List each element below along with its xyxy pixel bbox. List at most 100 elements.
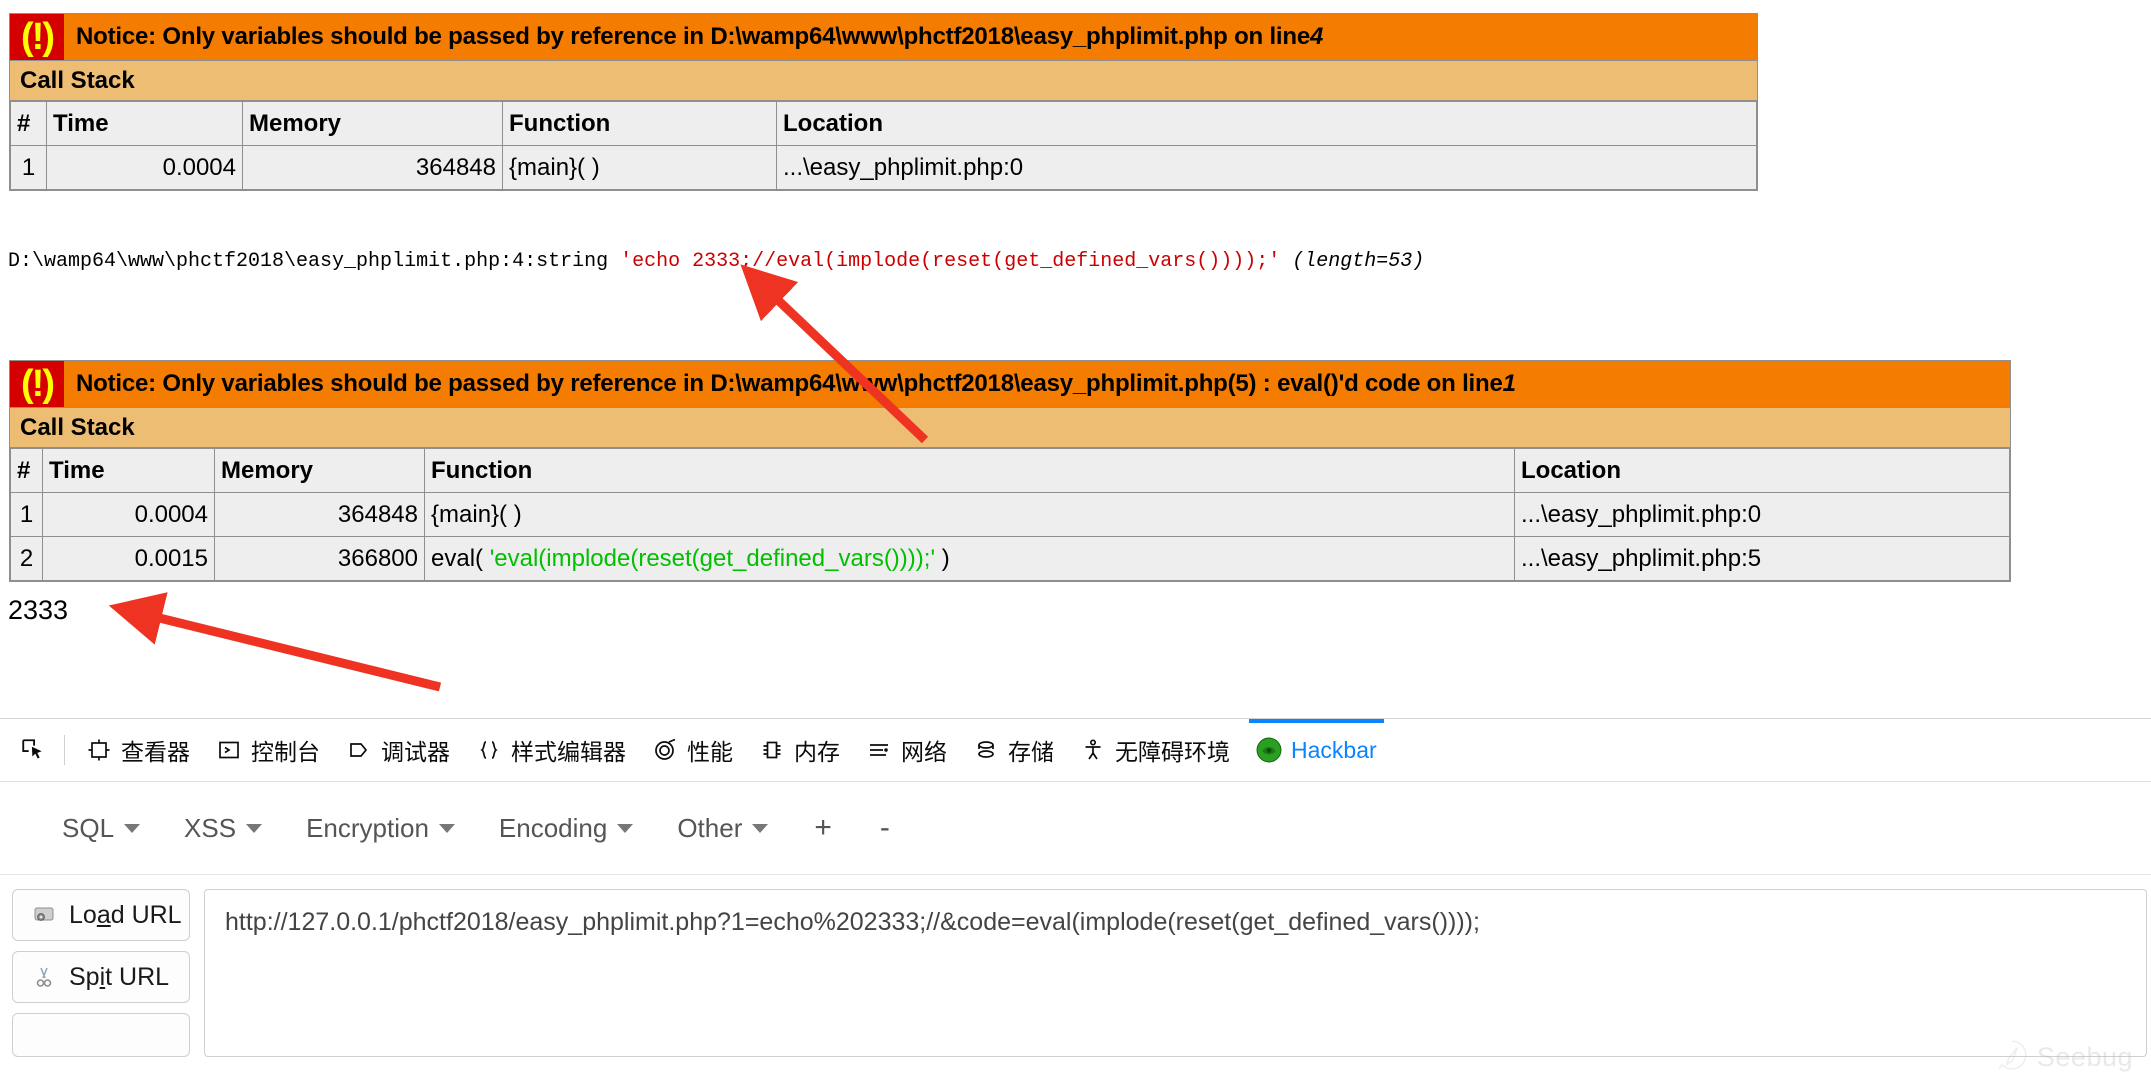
notice-message-text: Notice: Only variables should be passed … — [76, 23, 1311, 50]
tab-network[interactable]: 网络 — [853, 719, 960, 781]
menu-label: Other — [677, 812, 743, 843]
tab-hackbar[interactable]: Hackbar — [1243, 719, 1390, 781]
split-url-icon — [31, 964, 57, 990]
cell-memory: 364848 — [214, 492, 425, 537]
toolbar-separator — [64, 735, 65, 765]
col-memory: Memory — [242, 101, 503, 146]
php-notice-block-2: (!) Notice: Only variables should be pas… — [9, 360, 2011, 582]
table-row: 2 0.0015 366800 eval( 'eval(implode(rese… — [10, 536, 2010, 581]
var-dump-length: (length=53) — [1292, 250, 1425, 273]
var-dump-origin: D:\wamp64\www\phctf2018\easy_phplimit.ph… — [8, 250, 609, 273]
performance-icon — [652, 737, 678, 763]
tab-console[interactable]: 控制台 — [203, 719, 333, 781]
notice-header: (!) Notice: Only variables should be pas… — [10, 361, 2010, 408]
tab-inspector[interactable]: 查看器 — [73, 719, 203, 781]
menu-label: SQL — [62, 812, 115, 843]
notice-message: Notice: Only variables should be passed … — [64, 361, 1516, 407]
cell-location: ...\easy_phplimit.php:5 — [1514, 536, 2010, 581]
seebug-label: Seebug — [2036, 1042, 2133, 1072]
element-picker-button[interactable] — [10, 719, 56, 781]
call-stack-table-1: # Time Memory Function Location 1 0.0004… — [10, 101, 1757, 190]
tab-accessibility[interactable]: 无障碍环境 — [1067, 719, 1243, 781]
cell-memory: 364848 — [242, 145, 503, 190]
remove-row-button[interactable]: - — [856, 811, 914, 845]
cell-function: {main}( ) — [502, 145, 777, 190]
seebug-logo-icon — [1995, 1038, 2029, 1077]
table-row: 1 0.0004 364848 {main}( ) ...\easy_phpli… — [10, 492, 2010, 537]
notice-message: Notice: Only variables should be passed … — [64, 14, 1323, 60]
tab-memory[interactable]: 内存 — [746, 719, 853, 781]
col-num: # — [10, 101, 47, 146]
table-header-row: # Time Memory Function Location — [10, 101, 1757, 146]
chevron-down-icon — [617, 823, 634, 833]
load-url-button[interactable]: Load URL — [12, 889, 190, 941]
warning-badge-icon: (!) — [10, 361, 64, 407]
col-time: Time — [46, 101, 243, 146]
chevron-down-icon — [246, 823, 263, 833]
split-url-button[interactable]: Spit URL — [12, 951, 190, 1003]
tab-label: 内存 — [794, 739, 840, 765]
tab-label: 性能 — [687, 739, 733, 765]
notice-message-text: Notice: Only variables should be passed … — [76, 370, 1503, 397]
network-icon — [866, 737, 892, 763]
menu-label: Encoding — [498, 812, 608, 843]
label-post: t URL — [105, 962, 170, 991]
function-eval-string: 'eval(implode(reset(get_defined_vars()))… — [489, 544, 936, 572]
menu-label: XSS — [184, 812, 237, 843]
seebug-watermark: Seebug — [1995, 1038, 2133, 1077]
tab-storage[interactable]: 存储 — [960, 719, 1067, 781]
load-url-icon — [31, 902, 57, 928]
devtools-tabbar: 查看器 控制台 调试器 样式编辑器 性能 内存 网络 存储 无障碍环境 Hack… — [0, 719, 2151, 782]
var-dump-line: D:\wamp64\www\phctf2018\easy_phplimit.ph… — [8, 250, 1424, 273]
cell-function: eval( 'eval(implode(reset(get_defined_va… — [424, 536, 1515, 581]
hackbar-body: Load URL Spit URL http://127.0.0.1/phctf… — [0, 875, 2151, 1057]
notice-line-number: 1 — [1502, 370, 1516, 397]
function-plain: eval( — [431, 544, 490, 572]
col-location: Location — [776, 101, 1757, 146]
chevron-down-icon — [438, 823, 455, 833]
tab-label: 调试器 — [381, 739, 450, 765]
inspector-icon — [86, 737, 112, 763]
chevron-down-icon — [124, 823, 141, 833]
tab-label: 网络 — [901, 739, 947, 765]
memory-icon — [759, 737, 785, 763]
tab-label: 控制台 — [251, 739, 320, 765]
tab-label: Hackbar — [1291, 736, 1377, 763]
tab-label: 查看器 — [121, 739, 190, 765]
label-pre: Lo — [69, 900, 97, 929]
storage-icon — [973, 737, 999, 763]
cell-time: 0.0015 — [42, 536, 215, 581]
tab-style-editor[interactable]: 样式编辑器 — [463, 719, 639, 781]
notice-header: (!) Notice: Only variables should be pas… — [10, 14, 1757, 61]
tab-debugger[interactable]: 调试器 — [333, 719, 463, 781]
console-icon — [216, 737, 242, 763]
var-dump-value: 'echo 2333;//eval(implode(reset(get_defi… — [620, 250, 1281, 273]
call-stack-table-2: # Time Memory Function Location 1 0.0004… — [10, 448, 2010, 581]
menu-other[interactable]: Other — [655, 807, 790, 850]
call-stack-label: Call Stack — [10, 61, 1757, 101]
menu-encryption[interactable]: Encryption — [284, 807, 477, 850]
debugger-icon — [346, 737, 372, 763]
hackbar-menubar: SQL XSS Encryption Encoding Other + - — [0, 782, 2151, 875]
tab-performance[interactable]: 性能 — [639, 719, 746, 781]
php-notice-block-1: (!) Notice: Only variables should be pas… — [9, 13, 1758, 191]
hackbar-button-column: Load URL Spit URL — [6, 889, 190, 1057]
menu-encoding[interactable]: Encoding — [477, 807, 655, 850]
add-row-button[interactable]: + — [790, 811, 856, 845]
label-accesskey: a — [96, 900, 111, 929]
label-post: d URL — [110, 900, 182, 929]
url-input[interactable]: http://127.0.0.1/phctf2018/easy_phplimit… — [204, 889, 2147, 1057]
col-function: Function — [424, 448, 1515, 493]
cell-num: 1 — [10, 492, 43, 537]
tab-label: 无障碍环境 — [1115, 739, 1230, 765]
cell-location: ...\easy_phplimit.php:0 — [1514, 492, 2010, 537]
warning-badge-icon: (!) — [10, 14, 64, 60]
notice-line-number: 4 — [1310, 23, 1324, 50]
function-plain: {main}( ) — [431, 500, 522, 528]
load-url-label: Load URL — [69, 901, 182, 930]
extra-button[interactable] — [12, 1013, 190, 1057]
col-time: Time — [42, 448, 215, 493]
menu-xss[interactable]: XSS — [162, 807, 284, 850]
menu-sql[interactable]: SQL — [40, 807, 162, 850]
echo-output: 2333 — [8, 595, 69, 625]
